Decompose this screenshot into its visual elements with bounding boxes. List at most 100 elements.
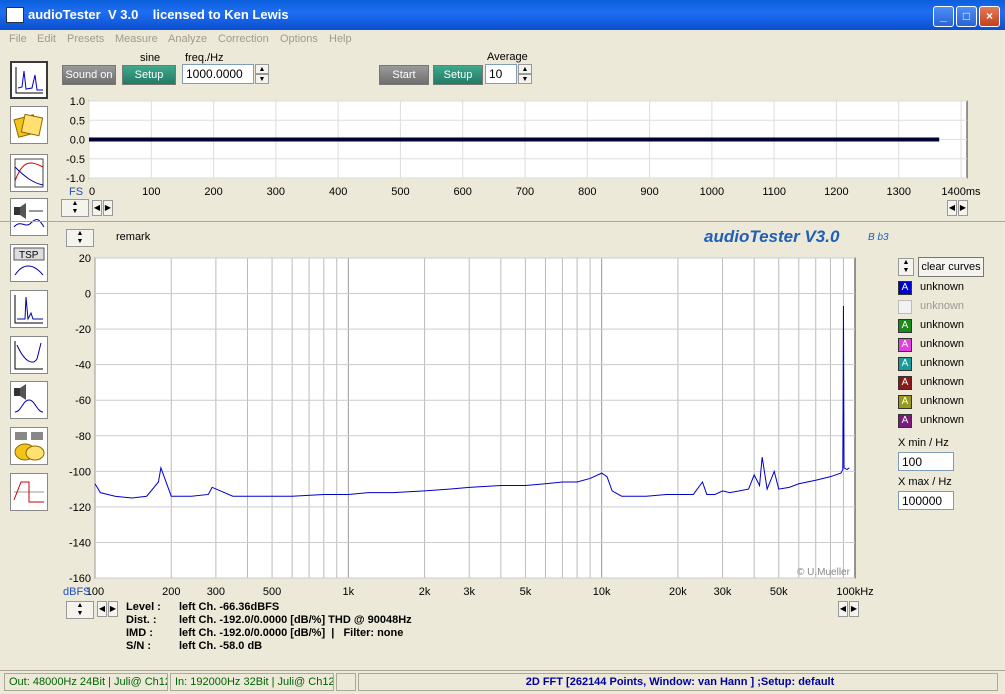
scope-fs-label: FS bbox=[69, 186, 83, 198]
status-output: Out: 48000Hz 24Bit | Juli@ Ch12 bbox=[4, 673, 168, 691]
start-button[interactable]: Start bbox=[379, 65, 429, 85]
scope-chart: 1.0 0.5 0.0 -0.5 -1.0 0 100 200 300 400 500 600 700 8… bbox=[66, 96, 981, 198]
scope-scroll-left[interactable]: ◀ bbox=[92, 200, 102, 216]
signal-setup-button[interactable]: Setup bbox=[122, 65, 176, 85]
sidebar-files-button[interactable] bbox=[10, 106, 48, 144]
status-empty-1 bbox=[336, 673, 356, 691]
fft-x-tick: 200 bbox=[162, 586, 180, 598]
scope-xmax-right[interactable]: ▶ bbox=[958, 200, 968, 216]
fft-y-tick: 0 bbox=[85, 289, 91, 301]
curve-label-1: unknown bbox=[920, 281, 965, 293]
curve-color-2[interactable] bbox=[898, 300, 912, 314]
scope-x-tick: 400 bbox=[329, 186, 347, 198]
freq-up-button[interactable]: ▲ bbox=[255, 64, 269, 74]
minimize-button[interactable]: _ bbox=[933, 6, 954, 27]
signal-type-label: sine bbox=[140, 52, 161, 64]
average-up-button[interactable]: ▲ bbox=[518, 64, 532, 74]
sound-on-button[interactable]: Sound on bbox=[62, 65, 116, 85]
xmin-input[interactable]: 100 bbox=[898, 452, 954, 471]
scope-y-tick: -0.5 bbox=[66, 154, 85, 166]
menu-file[interactable]: File bbox=[9, 33, 27, 45]
fft-scroll-left[interactable]: ◀ bbox=[97, 601, 107, 617]
fft-xmax-right[interactable]: ▶ bbox=[849, 601, 859, 617]
scope-x-tick: 100 bbox=[142, 186, 160, 198]
average-input[interactable]: 10 bbox=[485, 64, 517, 84]
scope-scroll-right[interactable]: ▶ bbox=[103, 200, 113, 216]
curve-color-7[interactable]: A bbox=[898, 395, 912, 409]
sn-label: S/N : bbox=[126, 640, 152, 652]
status-fft: 2D FFT [262144 Points, Window: van Hann … bbox=[358, 673, 998, 691]
scope-x-tick: 900 bbox=[640, 186, 658, 198]
scope-y-tick: 0.5 bbox=[70, 115, 85, 127]
divider bbox=[0, 221, 1005, 222]
sidebar-files2-button[interactable] bbox=[10, 427, 48, 465]
fft-xmax-left[interactable]: ◀ bbox=[838, 601, 848, 617]
scope-y-scale-spin[interactable]: ▲ ▼ bbox=[61, 199, 89, 217]
curve-label-2: unknown bbox=[920, 300, 965, 312]
sidebar-speaker-button[interactable] bbox=[10, 198, 48, 236]
menu-presets[interactable]: Presets bbox=[67, 33, 104, 45]
clear-curves-button[interactable]: clear curves bbox=[918, 257, 984, 277]
legend-spin[interactable]: ▲ ▼ bbox=[898, 258, 914, 276]
curve-color-8[interactable]: A bbox=[898, 414, 912, 428]
xmin-label: X min / Hz bbox=[898, 437, 949, 449]
menu-edit[interactable]: Edit bbox=[37, 33, 56, 45]
curve-color-3[interactable]: A bbox=[898, 319, 912, 333]
imd-value: left Ch. -192.0/0.0000 [dB/%] | Filter: … bbox=[179, 627, 404, 639]
scope-x-tick: 800 bbox=[578, 186, 596, 198]
average-label: Average bbox=[487, 51, 528, 63]
sidebar-tsp-button[interactable]: TSP bbox=[10, 244, 48, 282]
impulse-icon bbox=[14, 295, 43, 324]
bode-icon bbox=[14, 341, 43, 370]
fft-y-tick: -40 bbox=[75, 360, 91, 372]
menu-measure[interactable]: Measure bbox=[115, 33, 158, 45]
scope-x-tick: 600 bbox=[454, 186, 472, 198]
curve-label-7: unknown bbox=[920, 395, 965, 407]
sidebar-bode-button[interactable] bbox=[10, 336, 48, 374]
freq-input[interactable]: 1000.0000 bbox=[182, 64, 254, 84]
menu-analyze[interactable]: Analyze bbox=[168, 33, 207, 45]
fft-x-tick: 300 bbox=[207, 586, 225, 598]
sidebar-speaker-measure-button[interactable] bbox=[10, 381, 48, 419]
maximize-button[interactable]: □ bbox=[956, 6, 977, 27]
svg-text:TSP: TSP bbox=[19, 250, 39, 261]
fft-y-tick: -20 bbox=[75, 324, 91, 336]
scope-x-tick: 1400ms bbox=[941, 186, 981, 198]
curve-color-5[interactable]: A bbox=[898, 357, 912, 371]
folder-icon bbox=[13, 113, 44, 138]
curve-color-6[interactable]: A bbox=[898, 376, 912, 390]
curve-label-3: unknown bbox=[920, 319, 965, 331]
analyzer-setup-button[interactable]: Setup bbox=[433, 65, 483, 85]
fft-y-unit: dBFS bbox=[63, 586, 91, 598]
remark-label: remark bbox=[116, 231, 151, 243]
spectrum-icon bbox=[15, 67, 43, 94]
xmax-input[interactable]: 100000 bbox=[898, 491, 954, 510]
curve-color-1[interactable]: A bbox=[898, 281, 912, 295]
fft-plot-area[interactable] bbox=[94, 257, 856, 579]
sidebar-fft-button[interactable] bbox=[10, 61, 48, 99]
copyright-text: © U.Mueller bbox=[797, 567, 851, 578]
freq-down-button[interactable]: ▼ bbox=[255, 74, 269, 84]
scope-x-tick: 200 bbox=[204, 186, 222, 198]
files-icon bbox=[14, 432, 45, 461]
fft-y-tick: -60 bbox=[75, 395, 91, 407]
sidebar-squarewave-button[interactable] bbox=[10, 473, 48, 511]
menu-help[interactable]: Help bbox=[329, 33, 352, 45]
menu-options[interactable]: Options bbox=[280, 33, 318, 45]
level-label: Level : bbox=[126, 601, 161, 613]
fft-scroll-right[interactable]: ▶ bbox=[108, 601, 118, 617]
sn-value: left Ch. -58.0 dB bbox=[179, 640, 263, 652]
curve-color-4[interactable]: A bbox=[898, 338, 912, 352]
frequency-response-icon bbox=[14, 158, 44, 188]
menu-correction[interactable]: Correction bbox=[218, 33, 269, 45]
average-down-button[interactable]: ▼ bbox=[518, 74, 532, 84]
sidebar-freq-response-button[interactable] bbox=[10, 154, 48, 192]
fft-y-scale-spin[interactable]: ▲ ▼ bbox=[66, 601, 94, 619]
app-icon[interactable] bbox=[6, 7, 24, 23]
scope-x-tick: 700 bbox=[516, 186, 534, 198]
fft-remark-spin[interactable]: ▲ ▼ bbox=[66, 229, 94, 247]
close-button[interactable]: × bbox=[979, 6, 1000, 27]
fft-x-tick: 2k bbox=[419, 586, 431, 598]
scope-xmax-left[interactable]: ◀ bbox=[947, 200, 957, 216]
sidebar-impulse-button[interactable] bbox=[10, 290, 48, 328]
